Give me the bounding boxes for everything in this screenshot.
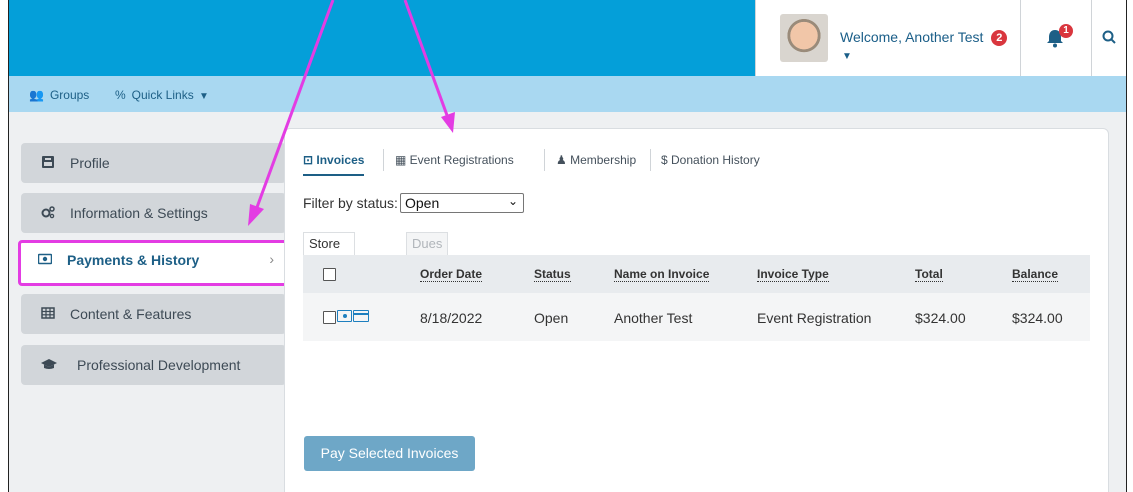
user-menu[interactable]: Welcome, Another Test 2 ▼ [755,0,1020,76]
sidebar-item-label: Information & Settings [70,205,208,221]
tab-label: Donation History [671,153,760,167]
welcome-label: Welcome, Another Test [840,29,984,45]
tab-label: Membership [570,153,637,167]
tab-invoices[interactable]: ⊡ Invoices [303,153,365,176]
subtab-store-events[interactable]: Store & Events [303,232,355,295]
caret-down-icon: ▼ [199,91,209,102]
user-icon: ♟ [556,153,571,167]
credit-card-icon [353,310,369,322]
filter-label: Filter by status: [303,195,398,211]
cell-total: $324.00 [915,310,966,326]
quick-links-dropdown[interactable]: % Quick Links ▼ [115,88,209,102]
column-name-on-invoice[interactable]: Name on Invoice [614,268,710,282]
app-frame: Welcome, Another Test 2 ▼ 1 👥 Groups % Qui… [8,0,1127,492]
column-invoice-type[interactable]: Invoice Type [757,268,829,282]
cell-status: Open [534,310,569,326]
table-header: Order Date Status Name on Invoice Invoic… [303,255,1090,293]
gears-icon [41,206,55,219]
filter-value: Open [405,195,440,211]
cell-balance: $324.00 [1012,310,1063,326]
table-icon [41,307,55,319]
sidebar-item-payments-history[interactable]: Payments & History › [18,240,289,286]
notifications-button[interactable]: 1 [1020,0,1091,76]
money-icon [337,310,352,322]
tab-divider [544,149,545,171]
tab-label: Invoices [316,153,365,167]
tab-donation-history[interactable]: $ Donation History [661,153,760,174]
calendar-icon: ▦ [395,153,410,167]
table-row: 8/18/2022 Open Another Test Event Regist… [303,293,1090,341]
subtab-dues[interactable]: Dues [406,232,449,255]
tab-event-registrations[interactable]: ▦ Event Registrations [395,153,514,174]
groups-label: Groups [49,88,90,102]
link-icon: % [115,88,126,102]
column-total[interactable]: Total [915,268,943,282]
tab-label: Event Registrations [409,153,514,167]
money-icon: ⊡ [303,153,317,167]
chevron-down-icon: ⌄ [507,194,518,208]
sidebar-item-information-settings[interactable]: Information & Settings [21,193,286,233]
welcome-text[interactable]: Welcome, Another Test 2 ▼ [840,29,1020,62]
sidebar-item-label: Professional Development [77,357,241,373]
select-all-checkbox[interactable] [323,268,336,281]
cell-order-date: 8/18/2022 [420,310,483,326]
sidebar-item-professional-development[interactable]: Professional Development [21,345,286,385]
status-filter-select[interactable]: Open ⌄ [400,193,524,213]
main-panel: ⊡ Invoices ▦ Event Registrations ♟ Membe… [284,128,1109,492]
avatar[interactable] [780,14,828,62]
sidebar-item-content-features[interactable]: Content & Features [21,294,286,334]
row-checkbox[interactable] [323,311,336,324]
pay-selected-invoices-button[interactable]: Pay Selected Invoices [304,436,475,471]
filter-row: Filter by status: Open ⌄ [303,193,524,213]
money-icon [38,253,52,265]
users-icon: 👥 [29,88,44,102]
column-balance[interactable]: Balance [1012,268,1059,282]
caret-down-icon: ▼ [842,51,852,62]
search-icon [1102,30,1116,44]
dollar-icon: $ [661,153,672,167]
welcome-badge: 2 [991,30,1008,46]
chevron-right-icon: › [269,251,274,267]
quick-links-label: Quick Links [131,88,194,102]
sidebar-item-label: Profile [70,155,110,171]
sidebar-item-label: Content & Features [70,306,192,322]
sidebar-item-profile[interactable]: Profile [21,143,286,183]
column-order-date[interactable]: Order Date [420,268,483,282]
cell-name: Another Test [614,310,693,326]
search-button[interactable] [1091,0,1126,76]
tab-divider [383,149,384,171]
notification-badge: 1 [1059,24,1073,38]
sidebar-item-label: Payments & History [67,252,200,268]
column-status[interactable]: Status [534,268,571,282]
tab-membership[interactable]: ♟ Membership [556,153,636,174]
graduation-cap-icon [41,359,57,369]
sub-navigation: 👥 Groups % Quick Links ▼ [9,76,1126,112]
groups-link[interactable]: 👥 Groups [29,88,89,102]
tab-divider [650,149,651,171]
profile-card-icon [42,156,54,168]
cell-invoice-type: Event Registration [757,310,872,326]
